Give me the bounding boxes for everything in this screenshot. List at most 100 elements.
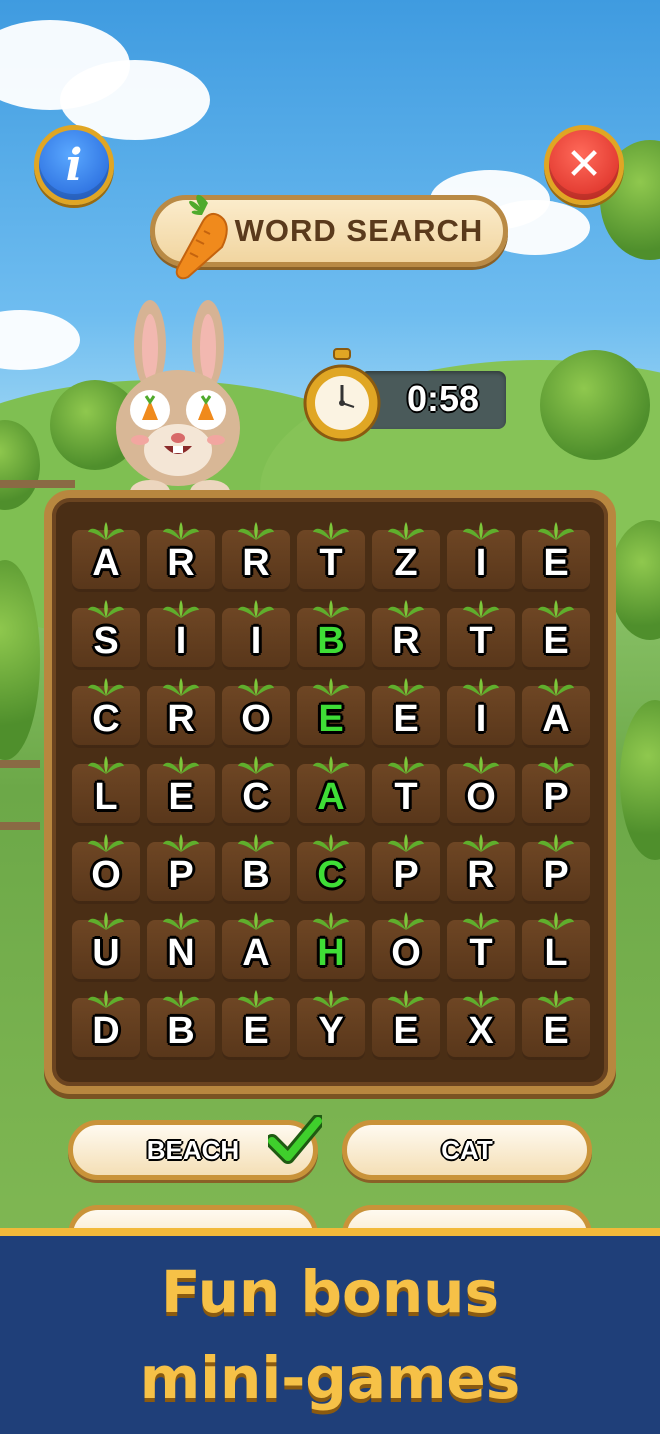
grid-cell[interactable]: T xyxy=(447,912,515,982)
sprout-icon xyxy=(313,600,349,618)
grid-cell[interactable]: T xyxy=(447,600,515,670)
grid-letter: O xyxy=(466,776,496,818)
sprout-icon xyxy=(88,678,124,696)
fence xyxy=(0,760,40,830)
grid-cell[interactable]: P xyxy=(522,834,590,904)
grid-cell[interactable]: I xyxy=(447,678,515,748)
sprout-icon xyxy=(163,912,199,930)
sprout-icon xyxy=(463,990,499,1008)
grid-letter: O xyxy=(91,854,121,896)
grid-cell[interactable]: B xyxy=(222,834,290,904)
grid-letter: R xyxy=(167,542,195,584)
grid-cell[interactable]: A xyxy=(72,522,140,592)
timer-value: 0:58 xyxy=(406,378,480,419)
grid-cell[interactable]: I xyxy=(147,600,215,670)
sprout-icon xyxy=(238,756,274,774)
grid-cell[interactable]: B xyxy=(297,600,365,670)
promo-line-1: Fun bonus xyxy=(161,1258,499,1326)
sprout-icon xyxy=(538,600,574,618)
grid-letter: R xyxy=(392,620,420,662)
grid-cell[interactable]: E xyxy=(297,678,365,748)
grid-cell[interactable]: L xyxy=(522,912,590,982)
grid-letter: X xyxy=(468,1010,494,1052)
grid-cell[interactable]: R xyxy=(147,678,215,748)
info-button[interactable]: i xyxy=(34,125,114,205)
grid-cell[interactable]: E xyxy=(147,756,215,826)
grid-letter: Z xyxy=(394,542,418,584)
grid-letter: C xyxy=(92,698,120,740)
grid-letter: L xyxy=(544,932,568,974)
grid-letter: P xyxy=(543,854,569,896)
fence xyxy=(0,480,75,488)
grid-cell[interactable]: E xyxy=(522,990,590,1060)
letter-grid: ARRTZIESIIBRTECROEEIALECATOPOPBCPRPUNAHO… xyxy=(72,518,590,1066)
grid-cell[interactable]: O xyxy=(72,834,140,904)
grid-cell[interactable]: O xyxy=(372,912,440,982)
grid-cell[interactable]: R xyxy=(372,600,440,670)
sprout-icon xyxy=(238,834,274,852)
grid-cell[interactable]: N xyxy=(147,912,215,982)
grid-letter: T xyxy=(469,620,493,662)
grid-letter: E xyxy=(393,1010,419,1052)
grid-letter: I xyxy=(250,620,262,662)
sprout-icon xyxy=(88,912,124,930)
grid-cell[interactable]: O xyxy=(447,756,515,826)
grid-cell[interactable]: D xyxy=(72,990,140,1060)
grid-cell[interactable]: P xyxy=(372,834,440,904)
grid-letter: T xyxy=(394,776,418,818)
sprout-icon xyxy=(163,756,199,774)
sprout-icon xyxy=(313,678,349,696)
grid-cell[interactable]: A xyxy=(522,678,590,748)
grid-cell[interactable]: P xyxy=(522,756,590,826)
grid-letter: E xyxy=(168,776,194,818)
grid-letter: Y xyxy=(318,1010,344,1052)
grid-cell[interactable]: I xyxy=(447,522,515,592)
grid-cell[interactable]: T xyxy=(297,522,365,592)
grid-cell[interactable]: I xyxy=(222,600,290,670)
tree xyxy=(620,700,660,860)
grid-cell[interactable]: O xyxy=(222,678,290,748)
grid-cell[interactable]: Z xyxy=(372,522,440,592)
sprout-icon xyxy=(388,600,424,618)
grid-cell[interactable]: A xyxy=(297,756,365,826)
grid-cell[interactable]: E xyxy=(372,990,440,1060)
promo-line-2: mini-games xyxy=(139,1344,521,1412)
sprout-icon xyxy=(238,678,274,696)
game-title: WORD SEARCH xyxy=(234,213,484,248)
grid-letter: I xyxy=(475,542,487,584)
grid-cell[interactable]: U xyxy=(72,912,140,982)
close-button[interactable]: ✕ xyxy=(544,125,624,205)
grid-letter: D xyxy=(92,1010,120,1052)
carrot-icon xyxy=(175,194,228,280)
grid-cell[interactable]: X xyxy=(447,990,515,1060)
grid-cell[interactable]: R xyxy=(147,522,215,592)
check-icon xyxy=(268,1115,322,1164)
sprout-icon xyxy=(388,834,424,852)
grid-cell[interactable]: S xyxy=(72,600,140,670)
grid-cell[interactable]: Y xyxy=(297,990,365,1060)
word-pill-cat: CAT xyxy=(342,1120,592,1180)
grid-letter: H xyxy=(317,932,345,974)
grid-cell[interactable]: R xyxy=(222,522,290,592)
sprout-icon xyxy=(163,678,199,696)
grid-cell[interactable]: E xyxy=(372,678,440,748)
grid-cell[interactable]: E xyxy=(522,522,590,592)
grid-cell[interactable]: E xyxy=(222,990,290,1060)
grid-letter: E xyxy=(318,698,344,740)
grid-letter: A xyxy=(542,698,570,740)
grid-cell[interactable]: L xyxy=(72,756,140,826)
sprout-icon xyxy=(538,522,574,540)
grid-cell[interactable]: C xyxy=(72,678,140,748)
grid-cell[interactable]: T xyxy=(372,756,440,826)
grid-cell[interactable]: P xyxy=(147,834,215,904)
sprout-icon xyxy=(238,990,274,1008)
grid-cell[interactable]: A xyxy=(222,912,290,982)
grid-cell[interactable]: R xyxy=(447,834,515,904)
grid-cell[interactable]: B xyxy=(147,990,215,1060)
grid-cell[interactable]: H xyxy=(297,912,365,982)
grid-cell[interactable]: E xyxy=(522,600,590,670)
grid-letter: B xyxy=(242,854,270,896)
grid-cell[interactable]: C xyxy=(222,756,290,826)
sprout-icon xyxy=(88,600,124,618)
grid-cell[interactable]: C xyxy=(297,834,365,904)
